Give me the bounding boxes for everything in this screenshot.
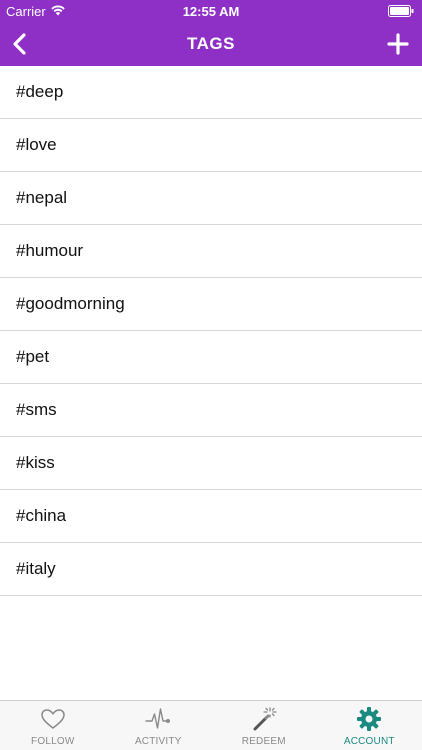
status-bar: Carrier 12:55 AM (0, 0, 422, 22)
tag-row-goodmorning[interactable]: #goodmorning (0, 278, 422, 331)
tab-account[interactable]: ACCOUNT (317, 701, 422, 750)
add-icon[interactable] (384, 30, 412, 58)
tag-row-china[interactable]: #china (0, 490, 422, 543)
tab-activity-label: ACTIVITY (134, 736, 182, 747)
tag-row-deep[interactable]: #deep (0, 66, 422, 119)
tab-activity[interactable]: ACTIVITY (106, 701, 212, 750)
tag-row-humour[interactable]: #humour (0, 225, 422, 278)
tag-row-nepal[interactable]: #nepal (0, 172, 422, 225)
tag-list: #deep #love #nepal #humour #goodmorning … (0, 66, 422, 596)
navigation-bar: TAGS (0, 22, 422, 66)
tag-row-sms[interactable]: #sms (0, 384, 422, 437)
tab-redeem-label: REDEEM (241, 736, 286, 747)
tab-follow-label: FOLLOW (31, 736, 75, 747)
magic-wand-icon (253, 707, 277, 731)
tag-row-love[interactable]: #love (0, 119, 422, 172)
status-time: 12:55 AM (182, 4, 240, 19)
tab-redeem[interactable]: REDEEM (211, 701, 317, 750)
heart-icon (41, 709, 65, 729)
gear-icon (357, 707, 382, 731)
page-title: TAGS (187, 34, 235, 53)
tag-row-pet[interactable]: #pet (0, 331, 422, 384)
tab-account-label: ACCOUNT (343, 736, 395, 747)
tag-row-kiss[interactable]: #kiss (0, 437, 422, 490)
tab-bar: FOLLOW ACTIVITY REDEEM ACCOUNT (0, 700, 422, 750)
pulse-icon (145, 708, 171, 729)
tab-follow[interactable]: FOLLOW (0, 701, 106, 750)
battery-icon (388, 5, 414, 17)
tag-row-italy[interactable]: #italy (0, 543, 422, 596)
